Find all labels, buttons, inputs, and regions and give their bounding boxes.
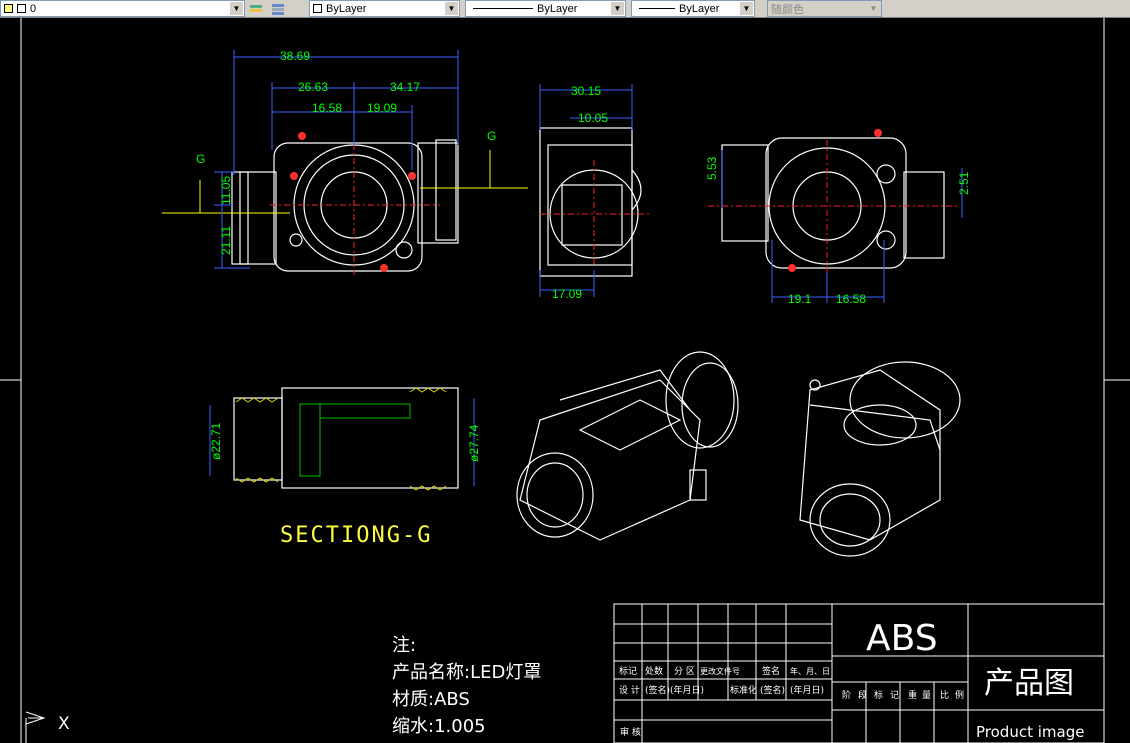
notes-product-name: 产品名称:LED灯罩	[392, 662, 542, 683]
tb-label: (年月日)	[670, 684, 704, 696]
dim-16-58-b: 16.58	[836, 292, 866, 306]
chevron-down-icon[interactable]: ▼	[445, 2, 458, 15]
dim-5-53: 5.53	[705, 156, 719, 180]
layer-color-icon	[17, 4, 26, 13]
make-layer-current-icon[interactable]	[248, 1, 264, 16]
lineweight-dropdown[interactable]: ByLayer ▼	[631, 0, 755, 17]
plotstyle-value: 随颜色	[771, 3, 804, 16]
tb-stage: 标	[874, 689, 883, 701]
tb-label: 更改文件号	[700, 666, 740, 676]
dim-dia-27-74: ø27.74	[467, 424, 481, 462]
ucs-icon	[25, 711, 46, 743]
tb-label: 分 区	[674, 666, 695, 677]
section-title: SECTIONG-G	[280, 523, 432, 548]
tb-label: 年、月、日	[790, 666, 830, 676]
chevron-down-icon[interactable]: ▼	[230, 2, 243, 15]
dim-19-09: 19.09	[367, 101, 397, 115]
lineweight-value: ByLayer	[679, 2, 720, 15]
front-view	[162, 50, 528, 275]
dim-30-15: 30.15	[571, 84, 601, 98]
lineweight-sample	[639, 8, 675, 9]
tb-label: 标记	[619, 665, 637, 677]
tb-label: 签名	[762, 665, 780, 677]
dim-38-69: 38.69	[280, 49, 310, 63]
layer-previous-icon[interactable]	[270, 1, 286, 16]
properties-toolbar: 0 ▼ ByLayer ▼ ByLayer ▼ ByLayer ▼ 随颜色 ▼	[0, 0, 1130, 18]
notes-material: 材质:ABS	[392, 689, 470, 710]
dim-26-63: 26.63	[298, 80, 328, 94]
tb-label: (签名)	[760, 684, 785, 696]
notes-heading: 注:	[392, 635, 417, 656]
dim-34-17: 34.17	[390, 80, 420, 94]
dim-dia-22-71: ø22.71	[209, 422, 223, 460]
chevron-down-icon[interactable]: ▼	[867, 2, 880, 15]
plotstyle-dropdown[interactable]: 随颜色 ▼	[767, 0, 882, 17]
title-block-subtitle: Product image	[976, 723, 1084, 741]
dim-17-09: 17.09	[552, 287, 582, 301]
tb-review-label: 审 核	[620, 726, 641, 738]
notes-shrinkage: 缩水:1.005	[392, 716, 486, 737]
tb-label: (年月日)	[790, 684, 824, 696]
tb-label: (签名)	[645, 684, 670, 696]
tb-stage: 量	[922, 690, 931, 701]
tb-stage: 比	[940, 689, 949, 701]
section-mark-left: G	[196, 152, 205, 166]
linetype-sample	[473, 8, 533, 9]
drawing-notes: 注: 产品名称:LED灯罩 材质:ABS 缩水:1.005	[392, 632, 541, 740]
isometric-view-right	[799, 361, 961, 557]
linetype-value: ByLayer	[537, 2, 578, 15]
section-view	[209, 387, 475, 491]
title-block-material: ABS	[866, 618, 938, 659]
dim-11-05: 11.05	[219, 176, 233, 205]
tb-stage: 段	[858, 689, 867, 701]
tb-stage: 例	[955, 689, 964, 701]
layer-dropdown[interactable]: 0 ▼	[0, 0, 245, 17]
tb-label: 标准化	[730, 684, 757, 696]
tb-label: 处数	[645, 665, 663, 677]
tb-stage: 重	[908, 689, 917, 701]
ucs-x-label: X	[58, 714, 70, 734]
chevron-down-icon[interactable]: ▼	[611, 2, 624, 15]
dim-10-05: 10.05	[578, 111, 608, 125]
tb-stage: 记	[890, 690, 899, 701]
layer-value: 0	[30, 2, 37, 15]
model-space-canvas[interactable]: 38.69 26.63 34.17 16.58 19.09 11.05 21.1…	[0, 18, 1130, 743]
layer-state-icon	[4, 4, 13, 13]
color-value: ByLayer	[326, 2, 367, 15]
title-block-title: 产品图	[984, 666, 1074, 701]
isometric-view-left	[516, 351, 739, 541]
linetype-dropdown[interactable]: ByLayer ▼	[465, 0, 626, 17]
dim-2-51: 2.51	[957, 171, 971, 195]
tb-label: 设 计	[619, 684, 640, 696]
color-swatch-icon	[313, 4, 322, 13]
dim-19-1: 19.1	[788, 292, 812, 306]
tb-stage: 阶	[842, 689, 851, 701]
color-dropdown[interactable]: ByLayer ▼	[309, 0, 460, 17]
dim-21-11: 21.11	[219, 226, 233, 255]
section-mark-right: G	[487, 129, 496, 143]
rear-view	[708, 129, 963, 303]
dim-16-58: 16.58	[312, 101, 342, 115]
chevron-down-icon[interactable]: ▼	[740, 2, 753, 15]
